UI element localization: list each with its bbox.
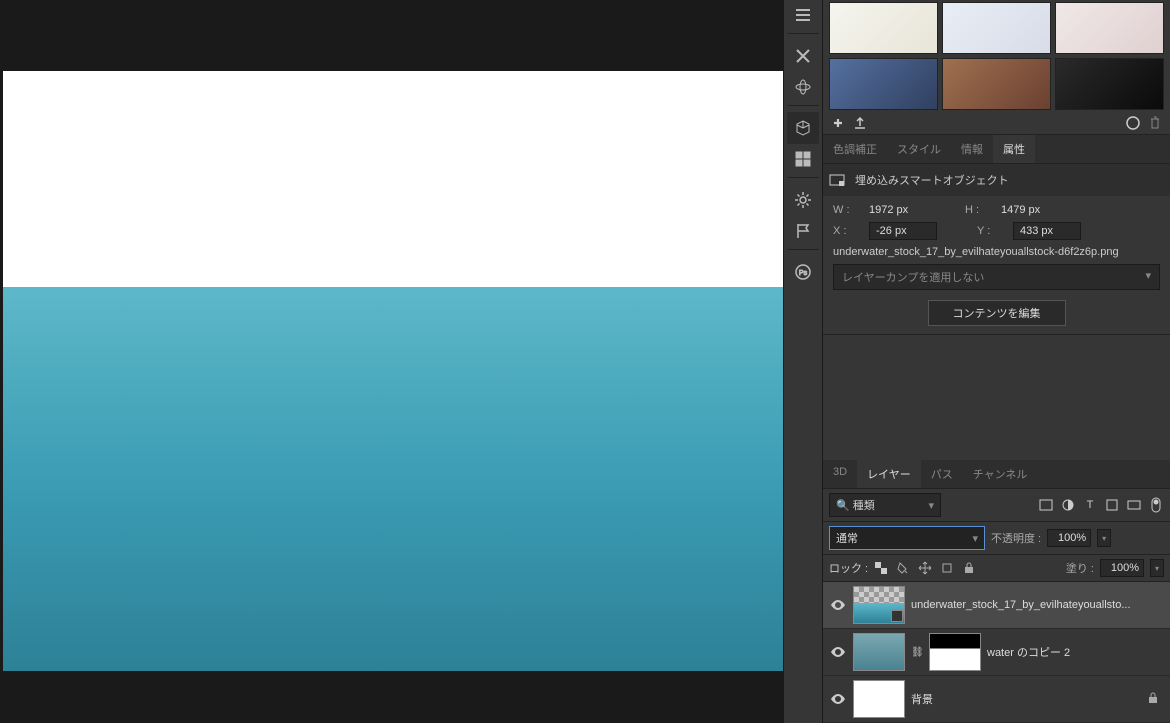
library-thumb[interactable] bbox=[829, 2, 938, 54]
tab-layers[interactable]: レイヤー bbox=[857, 460, 921, 488]
hamburger-icon[interactable] bbox=[787, 2, 819, 34]
right-panel: ✚ 色調補正 スタイル 情報 属性 埋め込みスマートオブジェクト W : 197… bbox=[823, 0, 1170, 723]
panel-dock-strip: Ps bbox=[783, 0, 823, 723]
canvas-document[interactable] bbox=[3, 71, 783, 671]
layer-thumbnail[interactable] bbox=[853, 633, 905, 671]
tools-crossed-icon[interactable] bbox=[787, 40, 819, 72]
layer-filter-select[interactable]: 🔍 種類 bbox=[829, 493, 941, 517]
tab-styles[interactable]: スタイル bbox=[887, 135, 951, 163]
y-label: Y : bbox=[977, 225, 1005, 237]
width-value: 1972 px bbox=[869, 204, 925, 216]
tab-3d[interactable]: 3D bbox=[823, 460, 857, 488]
height-value: 1479 px bbox=[1001, 204, 1057, 216]
lock-label: ロック : bbox=[829, 560, 868, 576]
tab-channels[interactable]: チャンネル bbox=[963, 460, 1038, 488]
link-icon[interactable]: ⛓ bbox=[911, 647, 923, 658]
grid-icon[interactable] bbox=[787, 146, 819, 178]
opacity-dropdown-icon[interactable]: ▾ bbox=[1097, 529, 1111, 547]
add-icon[interactable]: ✚ bbox=[831, 116, 845, 130]
layer-thumbnail[interactable] bbox=[853, 586, 905, 624]
layer-list: underwater_stock_17_by_evilhateyouallsto… bbox=[823, 582, 1170, 723]
lock-artboard-icon[interactable] bbox=[940, 561, 954, 575]
fill-value[interactable]: 100% bbox=[1100, 559, 1144, 577]
visibility-icon[interactable] bbox=[829, 694, 847, 704]
upload-icon[interactable] bbox=[853, 116, 867, 130]
lock-move-icon[interactable] bbox=[918, 561, 932, 575]
tab-paths[interactable]: パス bbox=[921, 460, 963, 488]
trash-icon[interactable] bbox=[1148, 116, 1162, 130]
layercomp-select[interactable]: レイヤーカンプを適用しない bbox=[833, 264, 1160, 290]
visibility-icon[interactable] bbox=[829, 647, 847, 657]
lock-all-icon[interactable] bbox=[962, 561, 976, 575]
width-label: W : bbox=[833, 204, 861, 216]
layer-item[interactable]: ⛓ water のコピー 2 bbox=[823, 629, 1170, 676]
x-input[interactable] bbox=[869, 222, 937, 240]
properties-tabs: 色調補正 スタイル 情報 属性 bbox=[823, 135, 1170, 164]
ps-circle-icon[interactable]: Ps bbox=[787, 256, 819, 288]
properties-filename: underwater_stock_17_by_evilhateyouallsto… bbox=[833, 246, 1160, 258]
library-thumb[interactable] bbox=[1055, 2, 1164, 54]
layer-name[interactable]: 背景 bbox=[911, 691, 1142, 707]
cc-sync-icon[interactable] bbox=[1126, 116, 1140, 130]
tab-properties[interactable]: 属性 bbox=[993, 135, 1035, 163]
properties-header-label: 埋め込みスマートオブジェクト bbox=[855, 172, 1009, 188]
library-footer: ✚ bbox=[823, 112, 1170, 135]
lock-icon bbox=[1148, 692, 1164, 707]
x-label: X : bbox=[833, 225, 861, 237]
layers-panel: 🔍 種類 T 通常 不透明度 : 100% ▾ ロック : bbox=[823, 489, 1170, 723]
opacity-value[interactable]: 100% bbox=[1047, 529, 1091, 547]
filter-shape-icon[interactable] bbox=[1104, 497, 1120, 513]
height-label: H : bbox=[965, 204, 993, 216]
library-thumb[interactable] bbox=[942, 58, 1051, 110]
atom-icon[interactable] bbox=[787, 74, 819, 106]
flag-icon[interactable] bbox=[787, 218, 819, 250]
svg-text:Ps: Ps bbox=[799, 270, 808, 277]
layer-thumbnail[interactable] bbox=[853, 680, 905, 718]
blend-mode-select[interactable]: 通常 bbox=[829, 526, 985, 550]
filter-toggle-icon[interactable] bbox=[1148, 497, 1164, 513]
layer-mask-thumbnail[interactable] bbox=[929, 633, 981, 671]
library-thumb[interactable] bbox=[942, 2, 1051, 54]
filter-adjust-icon[interactable] bbox=[1060, 497, 1076, 513]
layer-item[interactable]: underwater_stock_17_by_evilhateyouallsto… bbox=[823, 582, 1170, 629]
cube-icon[interactable] bbox=[787, 112, 819, 144]
gear-icon[interactable] bbox=[787, 184, 819, 216]
fill-label: 塗り : bbox=[1066, 560, 1094, 576]
lock-transparency-icon[interactable] bbox=[874, 561, 888, 575]
library-thumb[interactable] bbox=[829, 58, 938, 110]
smart-object-icon bbox=[827, 170, 847, 190]
canvas-area[interactable] bbox=[0, 0, 783, 723]
layers-tabs: 3D レイヤー パス チャンネル bbox=[823, 460, 1170, 489]
layer-item[interactable]: 背景 bbox=[823, 676, 1170, 723]
properties-panel: 埋め込みスマートオブジェクト W : 1972 px H : 1479 px X… bbox=[823, 164, 1170, 335]
filter-image-icon[interactable] bbox=[1038, 497, 1054, 513]
layer-name[interactable]: water のコピー 2 bbox=[987, 644, 1164, 660]
lock-paint-icon[interactable] bbox=[896, 561, 910, 575]
tab-adjustments[interactable]: 色調補正 bbox=[823, 135, 887, 163]
fill-dropdown-icon[interactable]: ▾ bbox=[1150, 559, 1164, 577]
library-grid bbox=[823, 0, 1170, 112]
filter-text-icon[interactable]: T bbox=[1082, 497, 1098, 513]
visibility-icon[interactable] bbox=[829, 600, 847, 610]
y-input[interactable] bbox=[1013, 222, 1081, 240]
tab-info[interactable]: 情報 bbox=[951, 135, 993, 163]
layer-name[interactable]: underwater_stock_17_by_evilhateyouallsto… bbox=[911, 599, 1164, 611]
library-thumb[interactable] bbox=[1055, 58, 1164, 110]
edit-contents-button[interactable]: コンテンツを編集 bbox=[928, 300, 1066, 326]
filter-smart-icon[interactable] bbox=[1126, 497, 1142, 513]
opacity-label: 不透明度 : bbox=[991, 530, 1041, 546]
